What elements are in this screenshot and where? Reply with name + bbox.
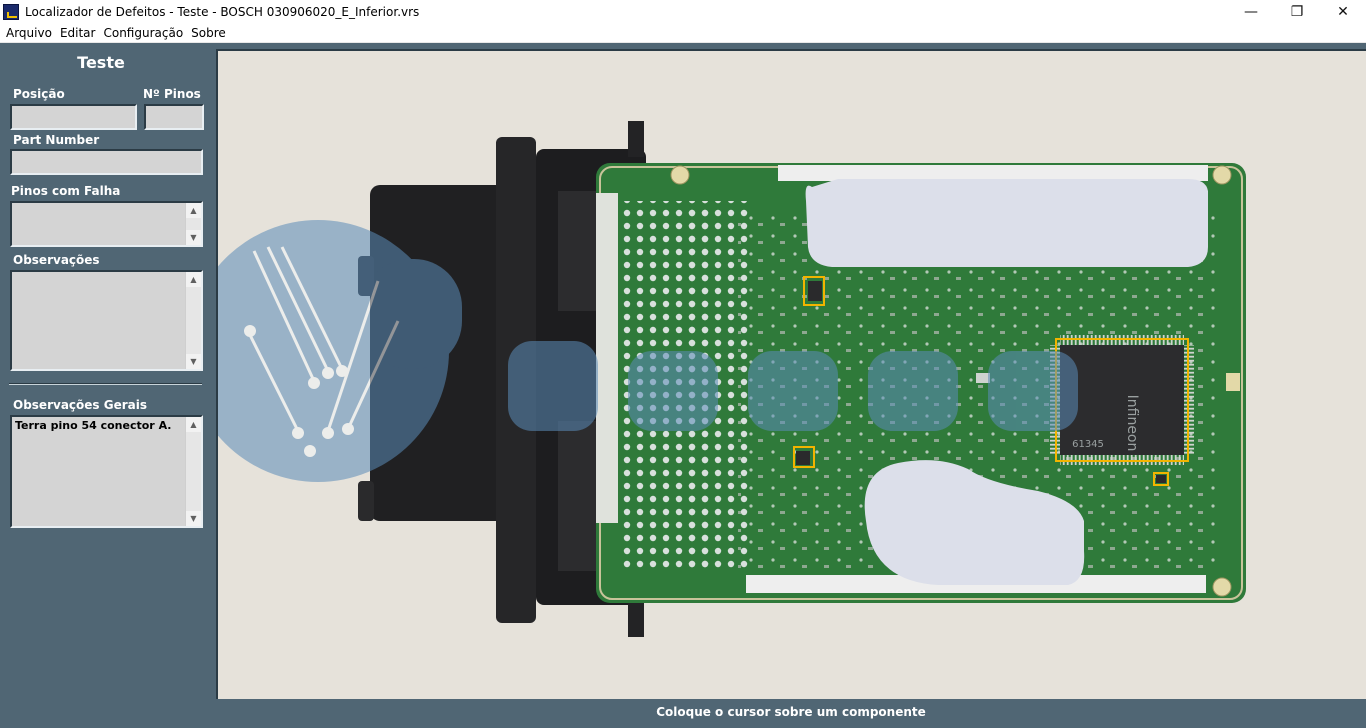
- position-field[interactable]: [10, 104, 137, 130]
- maximize-button[interactable]: ❐: [1274, 0, 1320, 24]
- position-label: Posição: [13, 87, 65, 101]
- scroll-up-icon[interactable]: ▲: [186, 417, 201, 432]
- general-notes-text: Terra pino 54 conector A.: [15, 419, 172, 432]
- board-image-viewport[interactable]: Infineon 61345: [216, 49, 1366, 699]
- menu-configuracao[interactable]: Configuração: [99, 26, 187, 40]
- status-bar-text: Coloque o cursor sobre um componente: [656, 705, 926, 719]
- minimize-button[interactable]: —: [1228, 0, 1274, 24]
- general-notes-scrollbar[interactable]: ▲ ▼: [185, 417, 201, 526]
- window-controls: — ❐ ✕: [1228, 0, 1366, 24]
- title-bar: Localizador de Defeitos - Teste - BOSCH …: [0, 0, 1366, 24]
- menu-editar[interactable]: Editar: [56, 26, 100, 40]
- scroll-down-icon[interactable]: ▼: [186, 230, 201, 245]
- notes-scrollbar[interactable]: ▲ ▼: [185, 272, 201, 369]
- scroll-down-icon[interactable]: ▼: [186, 354, 201, 369]
- pins-label: Nº Pinos: [143, 87, 201, 101]
- general-notes-label: Observações Gerais: [13, 398, 147, 412]
- ecu-board-image[interactable]: Infineon 61345: [218, 51, 1366, 699]
- menu-sobre[interactable]: Sobre: [187, 26, 230, 40]
- main-area: Teste Posição Nº Pinos Part Number Pinos…: [0, 43, 1366, 728]
- failed-pins-scrollbar[interactable]: ▲ ▼: [185, 203, 201, 245]
- part-number-field[interactable]: [10, 149, 203, 175]
- chip-code: 61345: [1072, 439, 1104, 450]
- panel-separator: [9, 383, 202, 385]
- scroll-up-icon[interactable]: ▲: [186, 203, 201, 218]
- pins-field[interactable]: [144, 104, 204, 130]
- close-button[interactable]: ✕: [1320, 0, 1366, 24]
- failed-pins-field[interactable]: ▲ ▼: [10, 201, 203, 247]
- scroll-down-icon[interactable]: ▼: [186, 511, 201, 526]
- window-title: Localizador de Defeitos - Teste - BOSCH …: [25, 5, 420, 19]
- chip-brand: Infineon: [1124, 395, 1140, 452]
- part-number-label: Part Number: [13, 133, 100, 147]
- menu-arquivo[interactable]: Arquivo: [2, 26, 56, 40]
- scroll-up-icon[interactable]: ▲: [186, 272, 201, 287]
- notes-field[interactable]: ▲ ▼: [10, 270, 203, 371]
- notes-label: Observações: [13, 253, 100, 267]
- panel-title: Teste: [77, 53, 125, 72]
- menu-bar: Arquivo Editar Configuração Sobre: [0, 24, 1366, 43]
- failed-pins-label: Pinos com Falha: [11, 184, 121, 198]
- general-notes-field[interactable]: Terra pino 54 conector A. ▲ ▼: [10, 415, 203, 528]
- app-icon: [3, 4, 19, 20]
